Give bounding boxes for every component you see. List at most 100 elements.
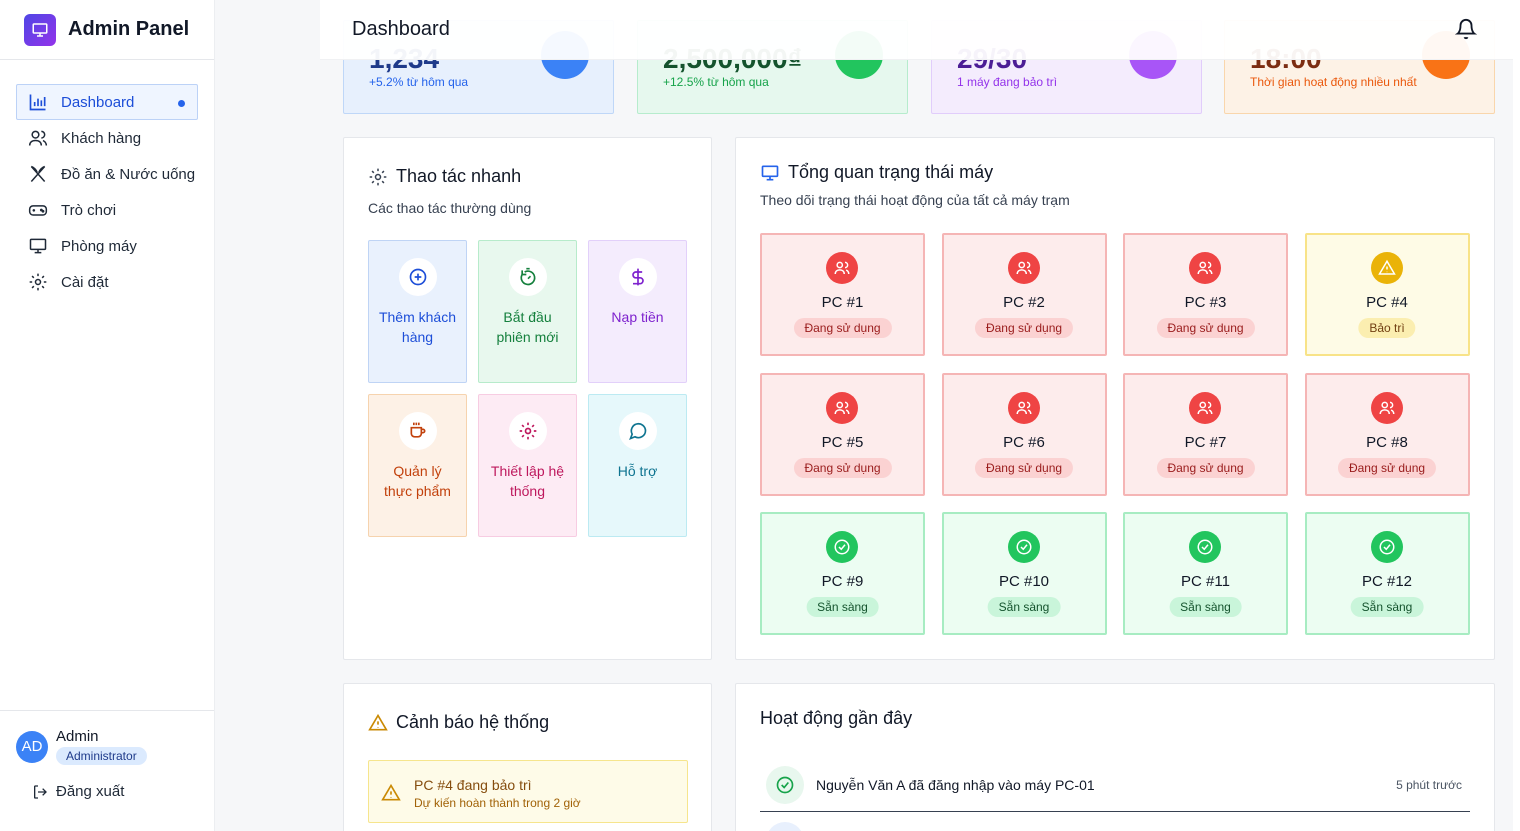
monitor-icon	[24, 13, 56, 46]
list-item[interactable]: Nguyễn Văn A đã đăng nhập vào máy PC-01 …	[760, 766, 1470, 812]
pc-card[interactable]: PC #4 Bảo trì	[1304, 233, 1470, 356]
settings-icon	[29, 273, 47, 291]
status-badge: Sẵn sàng	[987, 597, 1061, 617]
gamepad-icon	[28, 205, 48, 216]
active-indicator	[178, 100, 185, 107]
alert-subtitle: Dự kiến hoàn thành trong 2 giờ	[414, 796, 581, 810]
pc-name: PC #5	[821, 433, 864, 451]
sidebar-footer: AD Admin Administrator Đăng xuất	[0, 710, 214, 831]
bar-chart-icon	[29, 94, 46, 111]
system-settings-button[interactable]: Thiết lập hệ thống	[478, 394, 577, 537]
sidebar: Admin Panel Dashboard Khách hàng Đồ ăn &…	[0, 0, 215, 831]
dollar-icon	[631, 268, 644, 286]
pc-card[interactable]: PC #8 Đang sử dụng	[1304, 372, 1470, 496]
users-icon	[28, 130, 48, 146]
bell-icon[interactable]	[1455, 18, 1477, 40]
avatar: AD	[16, 730, 48, 763]
pc-name: PC #12	[1361, 573, 1413, 590]
pc-card[interactable]: PC #5 Đang sử dụng	[760, 372, 925, 496]
scrollbar-track[interactable]	[1513, 0, 1520, 831]
add-customer-button[interactable]: Thêm khách hàng	[368, 240, 467, 383]
status-badge: Bảo trì	[1358, 318, 1416, 338]
stat-subtitle: 1 máy đang bảo trì	[957, 75, 1058, 89]
pc-name: PC #10	[998, 573, 1050, 590]
pc-card[interactable]: PC #9 Sẵn sàng	[760, 512, 925, 635]
quick-action-label: Quản lý thực phẩm	[384, 463, 451, 499]
warning-icon	[381, 783, 401, 801]
panel-title: Thao tác nhanh	[368, 166, 521, 187]
status-badge: Đang sử dụng	[793, 457, 892, 478]
start-session-button[interactable]: Bắt đầu phiên mới	[478, 240, 577, 383]
quick-action-label: Thiết lập hệ thống	[490, 463, 565, 499]
pc-status-title: Tổng quan trạng thái máy	[788, 162, 994, 182]
activity-text: Nguyễn Văn A đã đăng nhập vào máy PC-01	[816, 777, 1095, 793]
pc-card[interactable]: PC #7 Đang sử dụng	[1123, 372, 1288, 496]
quick-actions-title: Thao tác nhanh	[396, 166, 522, 186]
activity-title: Hoạt động gần đây	[760, 708, 913, 728]
users-icon	[826, 391, 858, 424]
pc-name: PC #3	[1184, 294, 1227, 311]
status-badge: Sẵn sàng	[1350, 597, 1424, 617]
page-title: Dashboard	[352, 18, 450, 40]
status-badge: Đang sử dụng	[974, 318, 1074, 338]
sidebar-item-games[interactable]: Trò chơi	[16, 192, 198, 228]
pc-status-panel: Tổng quan trạng thái máy Theo dõi trạng …	[735, 137, 1495, 660]
sidebar-item-settings[interactable]: Cài đặt	[16, 264, 198, 300]
sidebar-item-customers[interactable]: Khách hàng	[16, 120, 198, 156]
pc-card[interactable]: PC #10 Sẵn sàng	[941, 512, 1107, 635]
panel-title: Cảnh báo hệ thống	[368, 712, 549, 733]
manage-food-button[interactable]: Quản lý thực phẩm	[368, 394, 467, 537]
users-icon	[1189, 391, 1221, 424]
message-circle-icon	[628, 422, 646, 440]
check-circle-icon	[826, 531, 858, 563]
brand-title: Admin Panel	[68, 18, 190, 40]
status-badge: Sẵn sàng	[806, 597, 879, 617]
sidebar-item-label: Dashboard	[61, 93, 135, 111]
pc-card[interactable]: PC #12 Sẵn sàng	[1304, 512, 1470, 635]
user-role-badge: Administrator	[56, 747, 147, 765]
status-badge: Đang sử dụng	[974, 457, 1074, 478]
top-up-button[interactable]: Nạp tiền	[588, 240, 687, 383]
pc-card[interactable]: PC #2 Đang sử dụng	[941, 233, 1107, 356]
pc-card[interactable]: PC #6 Đang sử dụng	[941, 372, 1107, 496]
status-badge: Sẵn sàng	[1169, 597, 1242, 617]
brand: Admin Panel	[0, 0, 214, 60]
utensils-icon	[30, 165, 46, 182]
alerts-title: Cảnh báo hệ thống	[396, 712, 550, 732]
support-button[interactable]: Hỗ trợ	[588, 394, 687, 537]
pc-name: PC #1	[821, 294, 864, 311]
user-name: Admin	[56, 728, 99, 745]
quick-action-label: Nạp tiền	[611, 309, 664, 325]
monitor-icon	[29, 238, 47, 254]
pc-card[interactable]: PC #1 Đang sử dụng	[760, 233, 925, 356]
pc-card[interactable]: PC #3 Đang sử dụng	[1123, 233, 1288, 356]
top-header: Dashboard	[320, 0, 1513, 60]
logout-button[interactable]: Đăng xuất	[0, 765, 214, 800]
stat-subtitle: +5.2% từ hôm qua	[369, 75, 469, 89]
users-icon	[1370, 391, 1403, 424]
recent-activity-panel: Hoạt động gần đây Nguyễn Văn A đã đăng n…	[735, 683, 1495, 831]
sidebar-item-label: Khách hàng	[61, 129, 142, 147]
pc-name: PC #7	[1184, 433, 1227, 451]
stat-subtitle: +12.5% từ hôm qua	[663, 75, 769, 89]
logout-icon	[34, 784, 47, 799]
pc-name: PC #9	[821, 573, 864, 590]
quick-action-label: Hỗ trợ	[617, 463, 658, 479]
pc-name: PC #6	[1003, 433, 1045, 451]
users-icon	[1007, 252, 1040, 284]
stat-subtitle: Thời gian hoạt động nhiều nhất	[1250, 75, 1417, 89]
alert-title: PC #4 đang bảo trì	[414, 777, 532, 793]
plus-circle-icon	[409, 268, 426, 286]
alert-item[interactable]: PC #4 đang bảo trì Dự kiến hoàn thành tr…	[368, 760, 688, 823]
user-profile[interactable]: AD Admin Administrator	[0, 711, 214, 765]
pc-name: PC #4	[1366, 294, 1408, 311]
sidebar-item-label: Đồ ăn & Nước uống	[61, 165, 196, 183]
quick-action-label: Thêm khách hàng	[378, 309, 457, 345]
sidebar-item-rooms[interactable]: Phòng máy	[16, 228, 198, 264]
pc-card[interactable]: PC #11 Sẵn sàng	[1123, 512, 1288, 635]
sidebar-item-food[interactable]: Đồ ăn & Nước uống	[16, 156, 198, 192]
sidebar-item-dashboard[interactable]: Dashboard	[16, 84, 198, 120]
system-alerts-panel: Cảnh báo hệ thống PC #4 đang bảo trì Dự …	[343, 683, 712, 831]
activity-icon	[766, 822, 804, 831]
warning-icon	[368, 713, 388, 730]
